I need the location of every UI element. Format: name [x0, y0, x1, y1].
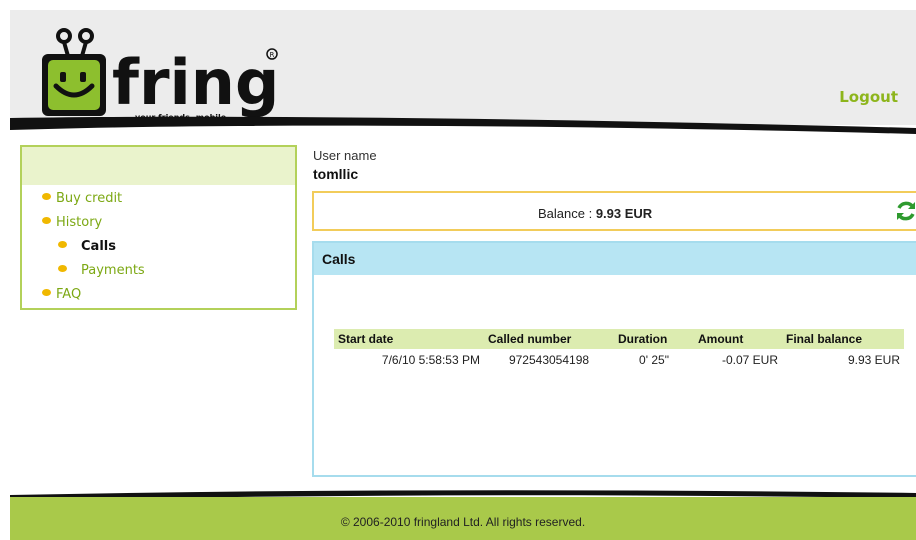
balance-value: 9.93 EUR	[595, 206, 653, 221]
column-header-start-date: Start date	[334, 329, 484, 349]
logo-wordmark: fring	[112, 46, 279, 119]
cell-duration: 0' 25"	[639, 353, 669, 367]
cell-called-number: 972543054198	[508, 353, 590, 367]
header: fring your friends, mobile R Logout	[10, 10, 916, 125]
table-header-row: Start date Called number Duration Amount…	[334, 329, 904, 349]
copyright-text: © 2006-2010 fringland Ltd. All rights re…	[340, 515, 586, 529]
refresh-icon[interactable]	[894, 199, 916, 223]
sidebar-item-buy-credit[interactable]: Buy credit	[42, 191, 122, 206]
cell-start-date: 7/6/10 5:58:53 PM	[381, 353, 480, 367]
bullet-icon	[42, 289, 51, 296]
sidebar-item-calls[interactable]: Calls	[58, 239, 116, 254]
sidebar-item-faq[interactable]: FAQ	[42, 287, 81, 302]
balance-box: Balance : 9.93 EUR	[312, 191, 916, 231]
column-header-final-balance: Final balance	[782, 329, 904, 349]
sidebar-item-label: Payments	[81, 263, 145, 278]
footer: © 2006-2010 fringland Ltd. All rights re…	[10, 497, 916, 540]
calls-panel: Calls Start date Called number Duration …	[312, 241, 916, 477]
column-header-duration: Duration	[614, 329, 694, 349]
table-row: 7/6/10 5:58:53 PM 972543054198 0' 25" -0…	[334, 349, 904, 371]
bullet-icon	[58, 241, 67, 248]
balance-text: Balance : 9.93 EUR	[538, 206, 652, 221]
header-divider	[10, 116, 916, 134]
bullet-icon	[42, 193, 51, 200]
cell-amount: -0.07 EUR	[721, 353, 778, 367]
user-name-label: User name	[313, 148, 377, 163]
bullet-icon	[58, 265, 67, 272]
sidebar-header	[22, 147, 295, 185]
calls-panel-title: Calls	[314, 243, 916, 275]
balance-label: Balance :	[538, 206, 596, 221]
sidebar-nav: Buy credit History Calls Payments FAQ	[20, 145, 297, 310]
sidebar-item-label: Buy credit	[56, 191, 123, 206]
fring-logo[interactable]: fring your friends, mobile R	[40, 24, 290, 124]
calls-table: Start date Called number Duration Amount…	[334, 329, 904, 371]
sidebar-item-history[interactable]: History	[42, 215, 102, 230]
user-name-value: tomllic	[313, 166, 359, 182]
column-header-called-number: Called number	[484, 329, 614, 349]
svg-text:R: R	[270, 51, 275, 59]
sidebar-item-label: FAQ	[56, 287, 82, 302]
column-header-amount: Amount	[694, 329, 782, 349]
logout-link[interactable]: Logout	[839, 88, 898, 106]
bullet-icon	[42, 217, 51, 224]
sidebar-item-label: History	[56, 215, 103, 230]
sidebar-item-label: Calls	[81, 239, 116, 254]
cell-final-balance: 9.93 EUR	[847, 353, 900, 367]
sidebar-item-payments[interactable]: Payments	[58, 263, 145, 278]
